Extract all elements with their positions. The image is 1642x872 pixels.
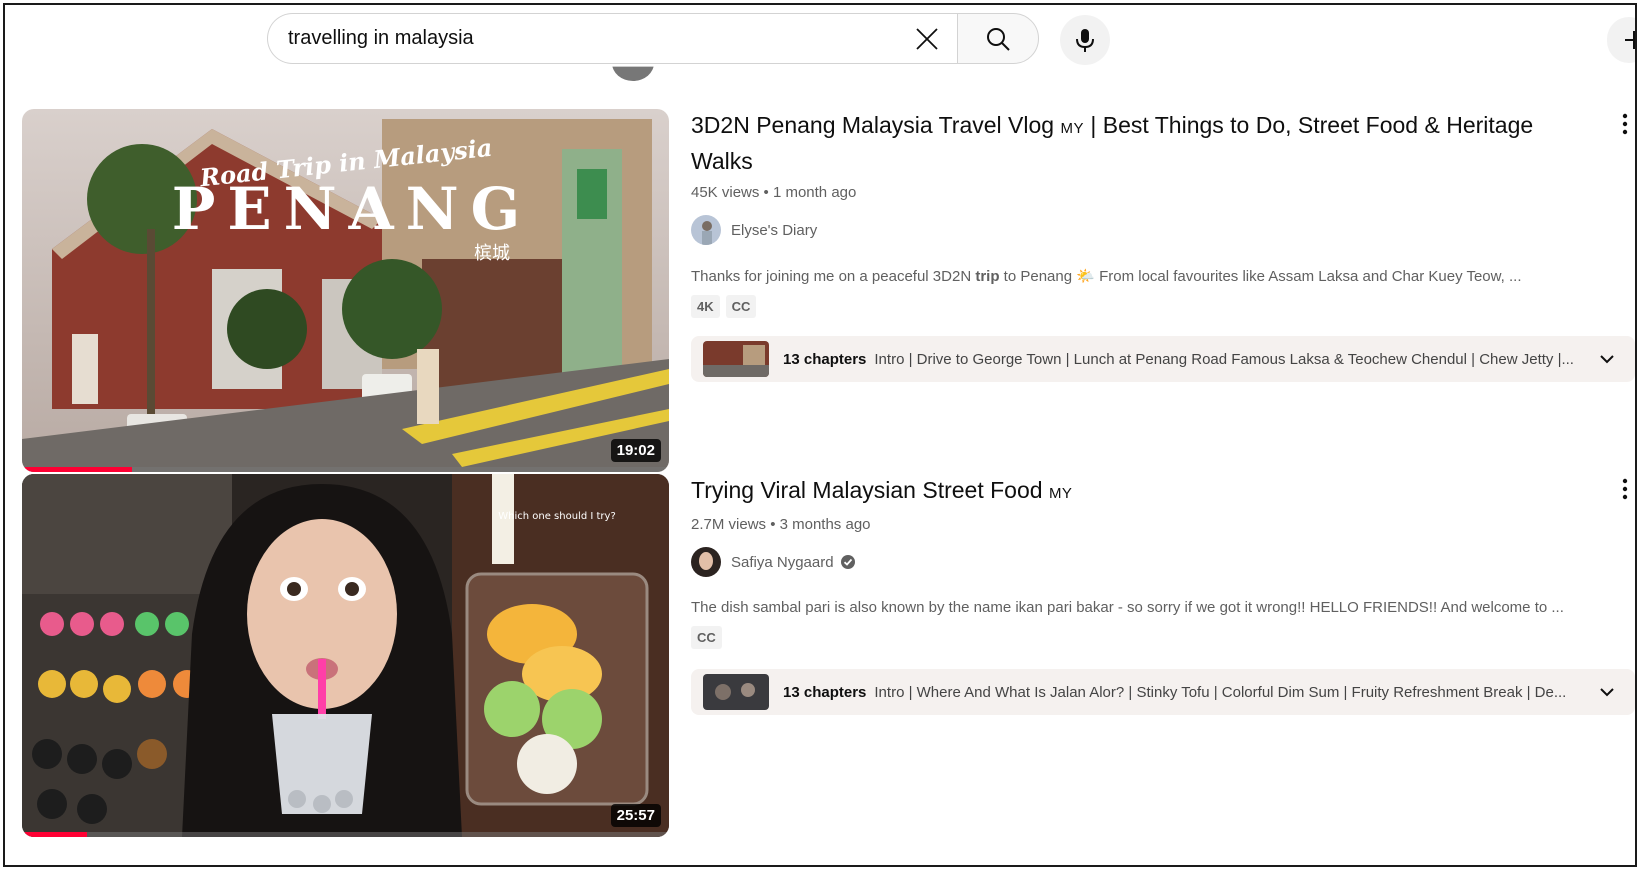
- badge-4k: 4K: [691, 295, 720, 318]
- video-thumbnail[interactable]: Which one should I try? 25:57: [22, 474, 669, 837]
- chevron-down-icon: [1600, 688, 1614, 697]
- chapters-bar[interactable]: 13 chapters Intro | Where And What Is Ja…: [691, 669, 1635, 715]
- channel-link[interactable]: Elyse's Diary: [691, 215, 1591, 245]
- video-title-main: Trying Viral Malaysian Street Food: [691, 477, 1043, 503]
- search-button[interactable]: [957, 13, 1039, 64]
- top-bar: [5, 5, 1635, 81]
- clear-search-button[interactable]: [908, 20, 946, 58]
- more-vert-icon: [1622, 113, 1628, 135]
- more-actions-button[interactable]: [1610, 474, 1635, 504]
- flag-badge: MY: [1060, 120, 1084, 137]
- thumbnail-image-penang: Road Trip in Malaysia PENANG 槟城: [22, 109, 669, 472]
- browser-frame: Road Trip in Malaysia PENANG 槟城 19:02 3D…: [3, 3, 1637, 867]
- more-vert-icon: [1622, 478, 1628, 500]
- channel-name[interactable]: Elyse's Diary: [731, 222, 817, 239]
- flag-badge: MY: [1048, 485, 1073, 502]
- badge-cc: CC: [691, 626, 722, 649]
- video-description: The dish sambal pari is also known by th…: [691, 599, 1564, 616]
- video-thumbnail[interactable]: Road Trip in Malaysia PENANG 槟城 19:02: [22, 109, 669, 472]
- thumbnail-overlay-chinese: 槟城: [474, 243, 510, 264]
- voice-search-button[interactable]: [1060, 15, 1110, 65]
- avatar[interactable]: [691, 547, 721, 577]
- channel-link[interactable]: Safiya Nygaard: [691, 547, 1591, 577]
- watch-progress-bar: [22, 832, 87, 837]
- video-title[interactable]: Trying Viral Malaysian Street Food MY: [691, 474, 1541, 510]
- chapters-bar[interactable]: 13 chapters Intro | Drive to George Town…: [691, 336, 1635, 382]
- create-button[interactable]: [1607, 17, 1635, 63]
- channel-name[interactable]: Safiya Nygaard: [731, 554, 834, 571]
- thumbnail-overlay-caption: Which one should I try?: [498, 511, 616, 522]
- video-title-main: 3D2N Penang Malaysia Travel Vlog: [691, 112, 1055, 138]
- video-meta: 2.7M views • 3 months ago: [691, 516, 871, 533]
- video-duration: 19:02: [610, 439, 661, 462]
- microphone-icon: [1076, 29, 1094, 52]
- search-box[interactable]: [267, 13, 967, 64]
- desc-highlight: trip: [975, 268, 1000, 285]
- search-input[interactable]: [268, 18, 868, 59]
- avatar[interactable]: [691, 215, 721, 245]
- video-info: Trying Viral Malaysian Street Food MY 2.…: [691, 474, 1591, 649]
- desc-part: to Penang 🌤️ From local favourites like …: [999, 268, 1522, 285]
- chevron-down-icon: [1600, 355, 1614, 364]
- chapter-thumbnail: [703, 674, 769, 710]
- desc-part: Thanks for joining me on a peaceful 3D2N: [691, 268, 976, 285]
- video-duration: 25:57: [610, 804, 661, 827]
- badge-list: 4K CC: [691, 295, 1591, 318]
- plus-icon: [1625, 31, 1635, 49]
- video-description: Thanks for joining me on a peaceful 3D2N…: [691, 267, 1591, 285]
- thumbnail-image-street-food: Which one should I try?: [22, 474, 669, 837]
- badge-list: CC: [691, 626, 1591, 649]
- expand-chapters-button[interactable]: [1597, 349, 1617, 374]
- verified-check-icon: [840, 555, 855, 569]
- chapters-count: 13 chapters: [783, 350, 867, 368]
- chapters-list: Intro | Drive to George Town | Lunch at …: [874, 350, 1574, 368]
- video-title[interactable]: 3D2N Penang Malaysia Travel Vlog MY | Be…: [691, 109, 1541, 178]
- chapters-count: 13 chapters: [783, 683, 867, 701]
- chapter-thumbnail: [703, 341, 769, 377]
- close-icon: [916, 28, 938, 50]
- watch-progress-bar: [22, 467, 132, 472]
- chapters-list: Intro | Where And What Is Jalan Alor? | …: [874, 683, 1567, 701]
- more-actions-button[interactable]: [1610, 109, 1635, 139]
- expand-chapters-button[interactable]: [1597, 682, 1617, 707]
- thumbnail-overlay-title: PENANG: [172, 175, 532, 243]
- watch-progress-track: [22, 832, 669, 837]
- video-meta: 45K views • 1 month ago: [691, 184, 857, 201]
- badge-cc: CC: [725, 295, 757, 318]
- video-info: 3D2N Penang Malaysia Travel Vlog MY | Be…: [691, 109, 1591, 318]
- search-icon: [987, 27, 1010, 51]
